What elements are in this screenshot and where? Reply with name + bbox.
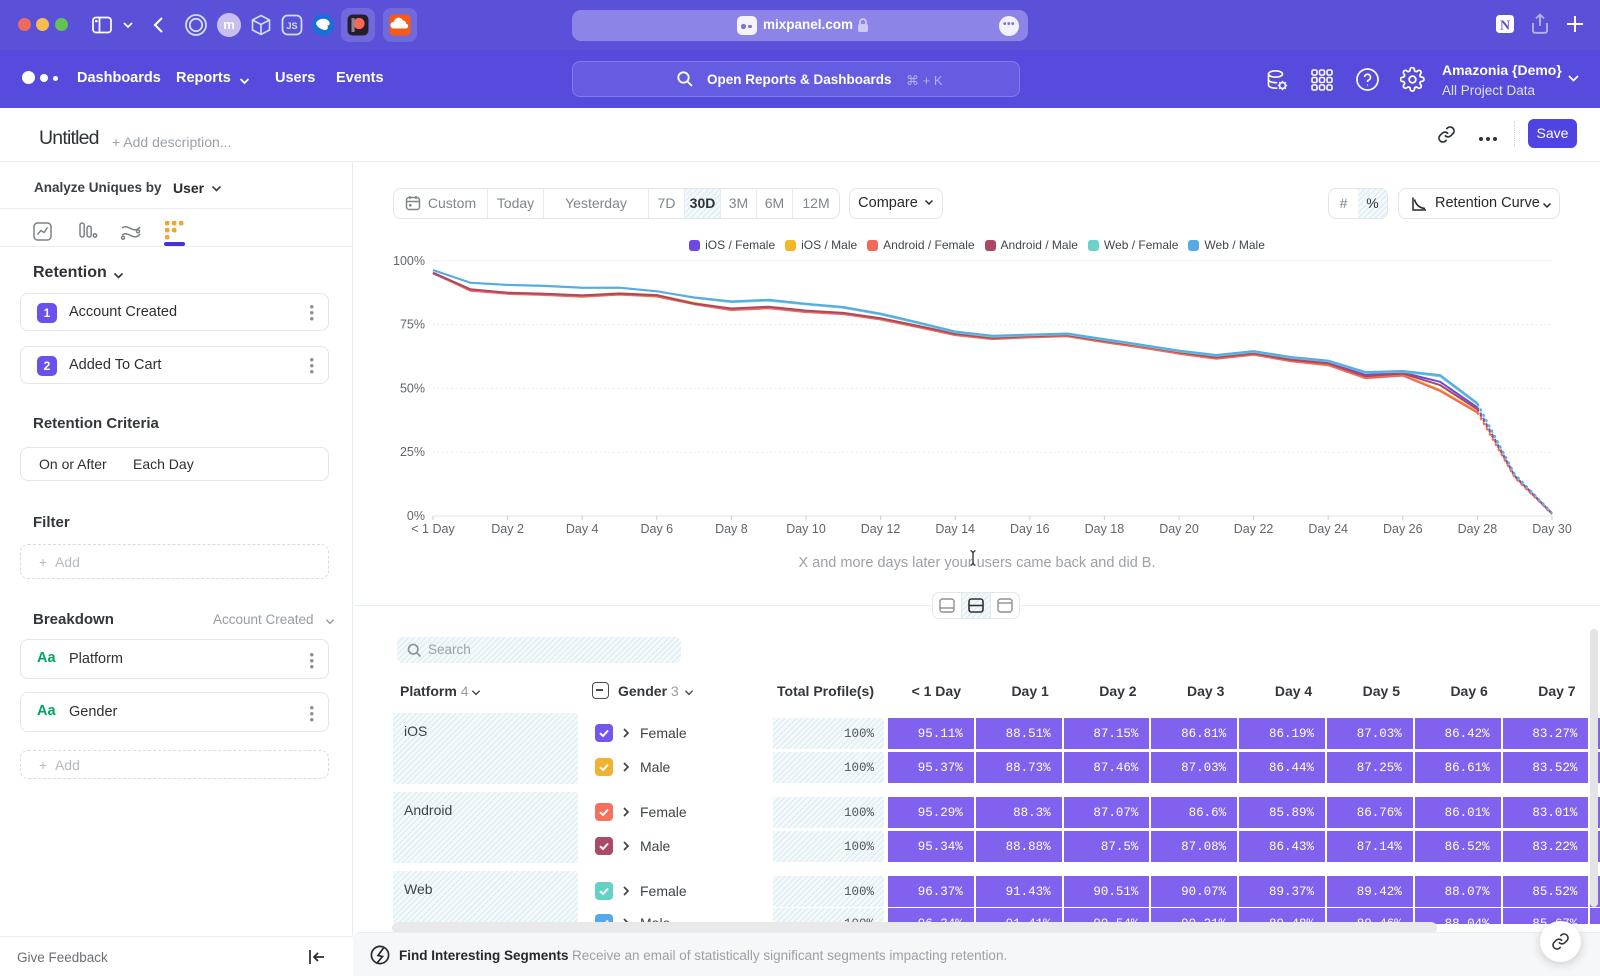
svg-text:Day 16: Day 16 xyxy=(1010,522,1050,536)
svg-text:50%: 50% xyxy=(400,381,425,395)
svg-text:Day 14: Day 14 xyxy=(935,522,975,536)
svg-text:Day 20: Day 20 xyxy=(1159,522,1199,536)
svg-text:Day 2: Day 2 xyxy=(491,522,524,536)
svg-text:Day 12: Day 12 xyxy=(861,522,901,536)
svg-text:Day 8: Day 8 xyxy=(715,522,748,536)
svg-text:Day 18: Day 18 xyxy=(1085,522,1125,536)
svg-text:0%: 0% xyxy=(407,509,425,523)
svg-text:Day 24: Day 24 xyxy=(1308,522,1348,536)
svg-text:100%: 100% xyxy=(393,254,425,268)
svg-text:Day 10: Day 10 xyxy=(786,522,826,536)
svg-text:JS: JS xyxy=(286,21,297,31)
svg-text:25%: 25% xyxy=(400,445,425,459)
svg-text:Day 4: Day 4 xyxy=(566,522,599,536)
svg-text:75%: 75% xyxy=(400,318,425,332)
svg-text:Day 30: Day 30 xyxy=(1532,522,1572,536)
svg-text:Day 6: Day 6 xyxy=(640,522,673,536)
svg-text:N: N xyxy=(1500,19,1510,34)
svg-text:Day 22: Day 22 xyxy=(1234,522,1274,536)
svg-text:Day 26: Day 26 xyxy=(1383,522,1423,536)
svg-text:Day 28: Day 28 xyxy=(1458,522,1498,536)
svg-text:< 1 Day: < 1 Day xyxy=(411,522,455,536)
